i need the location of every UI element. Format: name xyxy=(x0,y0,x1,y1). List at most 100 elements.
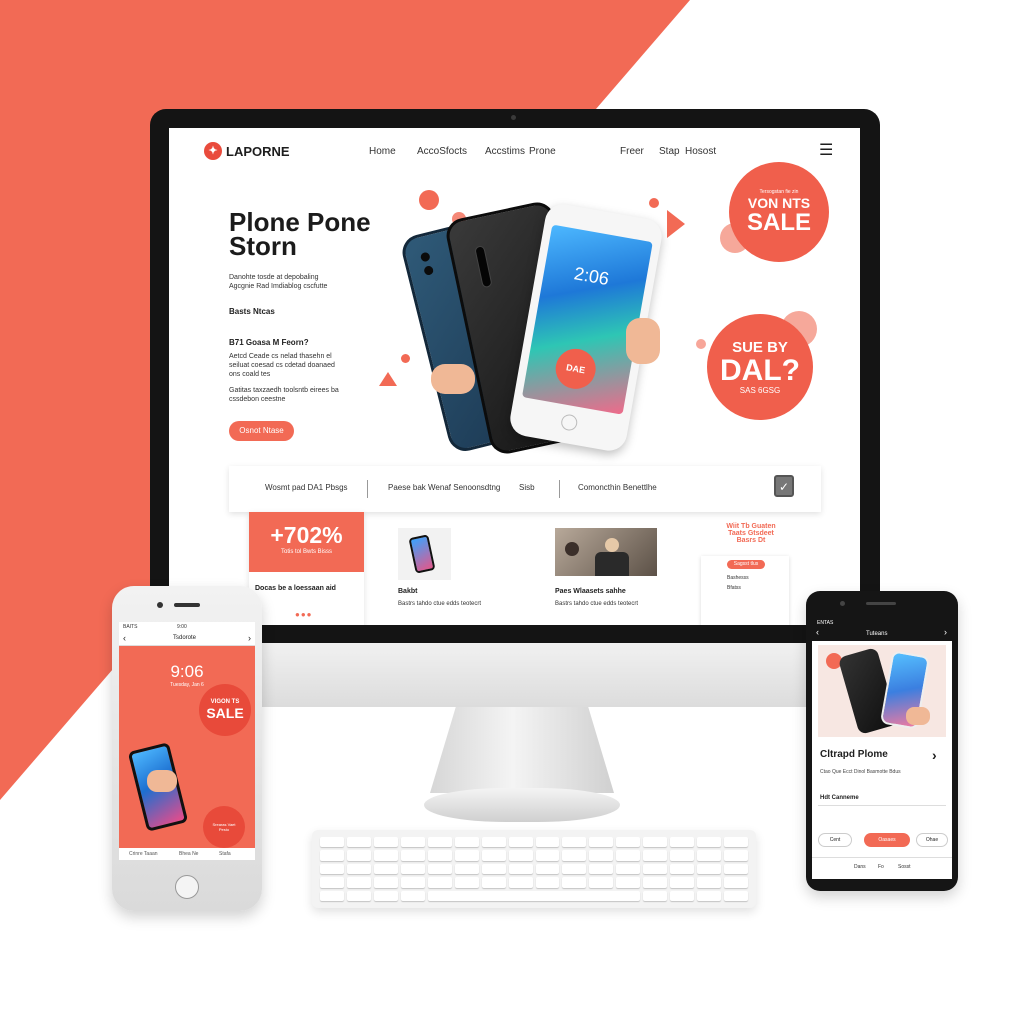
phone-time: 2:06 xyxy=(572,263,611,290)
brand-mark-icon: ✦ xyxy=(204,142,222,160)
nav-hosost[interactable]: Hosost xyxy=(685,146,716,157)
strip-item-4[interactable]: Comoncthin Benettlhe xyxy=(578,483,657,492)
iphone-tab-bar: Crinre Taaan Bhea Ne Stafa xyxy=(119,848,255,860)
hero-description: Danohte tosde at depobaling Agcgnie Rad … xyxy=(229,274,328,290)
earpiece xyxy=(866,602,896,605)
shopping-bag-icon[interactable]: ✓ xyxy=(774,475,794,497)
promo-percent: +702% xyxy=(270,522,343,548)
iphone-nav-bar: ‹ Tsdorote › xyxy=(119,632,255,646)
promo-label: Docas be a loessaan aid xyxy=(255,585,336,592)
side-form-line-2: Bfatss xyxy=(727,585,741,591)
side-promo-text: Wiit Tb Guaten Taats Gtsdeet Basrs Dt xyxy=(726,523,776,544)
android-screen: ENTAS ‹ Tuteans › Cltrapd Plome › Ctao Q… xyxy=(812,619,952,879)
phone-sale-badge: DAE xyxy=(552,345,599,393)
camera-dot xyxy=(511,115,516,120)
play-triangle-icon xyxy=(667,210,685,238)
product-desc-2: Bastrs tahdo ctue edds teotecrt xyxy=(555,601,639,607)
iphone-tab-2[interactable]: Bhea Ne xyxy=(179,851,198,857)
strip-item-1[interactable]: Wosmt pad DA1 Pbsgs xyxy=(265,483,348,492)
front-camera xyxy=(157,602,163,608)
forward-chevron-icon[interactable]: › xyxy=(944,627,947,637)
sale-badge-1: Tersogstan fie zin VON NTS SALE xyxy=(729,162,829,262)
android-tab-3[interactable]: Sosst xyxy=(898,864,911,870)
hero-question: B71 Goasa M Feorn? xyxy=(229,338,309,347)
nav-home[interactable]: Home xyxy=(369,146,396,157)
lock-time: 9:06 xyxy=(170,662,204,681)
side-form: Sagsst tlus Bashesss Bfatss xyxy=(701,556,789,625)
android-tab-2[interactable]: Fo xyxy=(878,864,884,870)
promo-sub: Totis tol Bwts Bisss xyxy=(280,549,332,555)
android-label: Hdt Canneme xyxy=(820,795,859,801)
status-bar: BAITS 9:00 xyxy=(119,622,255,632)
home-button[interactable] xyxy=(175,875,199,899)
side-form-button[interactable]: Sagsst tlus xyxy=(727,560,765,569)
android-product-desc: Ctao Que Ecct Dinol Basmotte Bdus xyxy=(820,769,901,775)
hero-paragraph-1: Aetcd Ceade cs nelad thasehn el seiluat … xyxy=(229,353,335,378)
monitor-stand-base xyxy=(424,788,620,822)
promo-header: +702% Totis tol Bwts Bisss xyxy=(249,512,364,572)
android-nav-title: Tuteans xyxy=(866,631,888,637)
nav-accessories[interactable]: AccoSfocts xyxy=(417,146,467,157)
product-photo-2[interactable] xyxy=(555,528,657,576)
desktop-screen: ✦ LAPORNE Home AccoSfocts Accstims Prone… xyxy=(169,128,860,625)
iphone-device: BAITS 9:00 ‹ Tsdorote › 9:06 Tuesday, Ja… xyxy=(112,586,262,911)
android-product-title: Cltrapd Plome xyxy=(820,749,888,760)
android-button-3[interactable]: Ohae xyxy=(916,833,948,847)
product-title-1: Bakbt xyxy=(398,588,418,595)
hand-left xyxy=(431,364,475,394)
feature-strip: Wosmt pad DA1 Pbsgs Paese bak Wenaf Seno… xyxy=(229,466,821,512)
earpiece xyxy=(174,603,200,607)
forward-chevron-icon[interactable]: › xyxy=(248,633,251,643)
decor-dot xyxy=(401,354,410,363)
strip-divider xyxy=(367,480,368,498)
hand-right xyxy=(626,318,660,364)
front-camera xyxy=(840,601,845,606)
feature-label: Basts Ntcas xyxy=(229,307,275,316)
product-desc-1: Bastrs tahdo ctue edds teotecrt xyxy=(398,601,482,607)
promo-card[interactable]: +702% Totis tol Bwts Bisss Docas be a lo… xyxy=(249,512,364,625)
decor-dot xyxy=(419,190,439,210)
side-form-line-1: Bashesss xyxy=(727,575,749,581)
product-thumb-1[interactable] xyxy=(398,528,451,580)
home-button-icon xyxy=(559,413,579,432)
brand-name: LAPORNE xyxy=(226,143,290,159)
decor-dot xyxy=(649,198,659,208)
android-button-1[interactable]: Cent xyxy=(818,833,852,847)
sale-badge-2: SUE BY DAL? SAS 6GSG xyxy=(707,314,813,420)
strip-item-2[interactable]: Paese bak Wenaf Senoonsdtng xyxy=(388,483,500,492)
chevron-right-icon[interactable]: › xyxy=(932,747,937,763)
monitor-stand xyxy=(430,707,614,793)
iphone-sale-badge: VIGON TS SALE xyxy=(199,684,251,736)
hero-paragraph-2: Gatitas taxzaedh toolsntb eirees ba cssd… xyxy=(229,387,339,403)
hamburger-icon[interactable]: ☰ xyxy=(819,140,833,160)
product-title-2: Paes Wlaasets sahhe xyxy=(555,588,626,595)
hand-illustration xyxy=(147,770,177,792)
carousel-dots[interactable]: ●●● xyxy=(295,610,313,619)
desktop-monitor: ✦ LAPORNE Home AccoSfocts Accstims Prone… xyxy=(150,109,880,644)
back-chevron-icon[interactable]: ‹ xyxy=(123,633,126,643)
nav-freer[interactable]: Freer xyxy=(620,146,644,157)
iphone-screen: BAITS 9:00 ‹ Tsdorote › 9:06 Tuesday, Ja… xyxy=(119,622,255,860)
strip-divider xyxy=(559,480,560,498)
iphone-tab-3[interactable]: Stafa xyxy=(219,851,231,857)
nav-stap[interactable]: Stap xyxy=(659,146,680,157)
brand-logo[interactable]: ✦ LAPORNE xyxy=(204,142,290,160)
hero-cta-button[interactable]: Osnot Ntase xyxy=(229,421,294,441)
strip-item-3[interactable]: Sisb xyxy=(519,483,535,492)
iphone-nav-title: Tsdorote xyxy=(173,635,197,641)
keyboard xyxy=(312,830,756,908)
android-device: ENTAS ‹ Tuteans › Cltrapd Plome › Ctao Q… xyxy=(806,591,958,891)
back-chevron-icon[interactable]: ‹ xyxy=(816,627,819,637)
android-tab-bar: Dans Fo Sosst xyxy=(812,857,952,879)
decor-triangle xyxy=(379,372,397,386)
nav-accstims[interactable]: Accstims xyxy=(485,146,525,157)
android-top-bar: ENTAS ‹ Tuteans › xyxy=(812,619,952,641)
iphone-bottom-badge: Srearas Vaet Pesto xyxy=(203,806,245,848)
android-tab-1[interactable]: Dans xyxy=(854,864,866,870)
divider xyxy=(818,805,946,806)
iphone-tab-1[interactable]: Crinre Taaan xyxy=(129,851,158,857)
android-product-image[interactable] xyxy=(818,645,946,737)
decor-dot xyxy=(696,339,706,349)
android-button-primary[interactable]: Oasaes xyxy=(864,833,910,847)
nav-prone[interactable]: Prone xyxy=(529,146,556,157)
